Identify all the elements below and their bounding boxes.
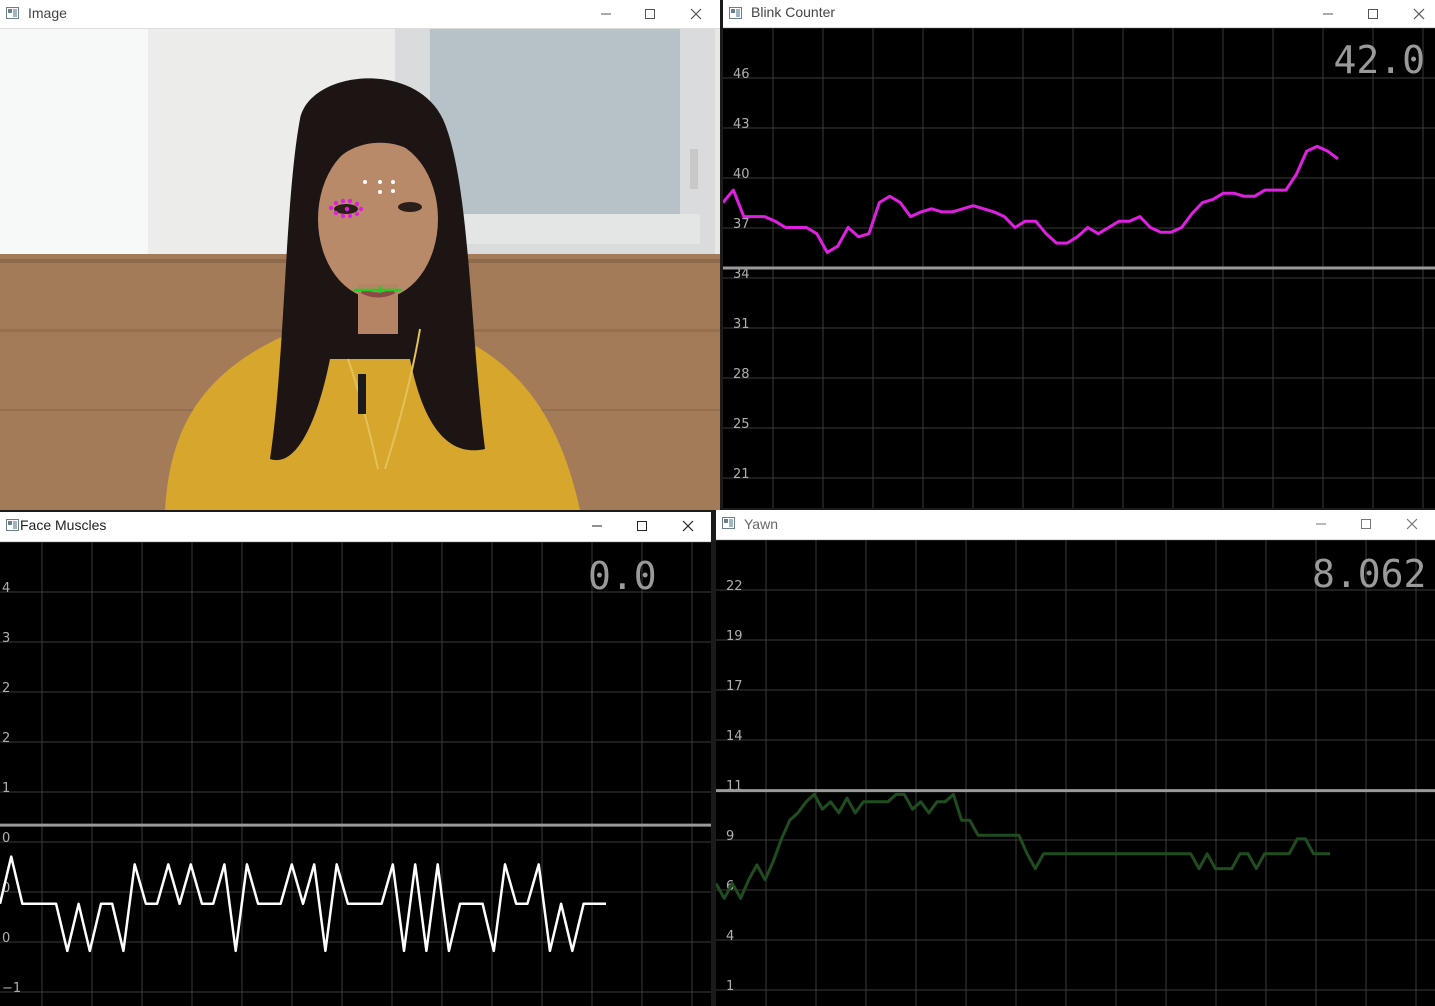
y-tick-label: 4: [726, 929, 734, 944]
minimize-button[interactable]: [1299, 510, 1343, 538]
window-app-icon: [6, 7, 19, 19]
close-button[interactable]: [666, 512, 710, 540]
face-window-titlebar[interactable]: Face Muscles: [0, 512, 711, 542]
minimize-button[interactable]: [1306, 0, 1350, 28]
maximize-icon: [1368, 9, 1378, 19]
y-tick-label: 28: [733, 367, 750, 382]
maximize-button[interactable]: [1351, 0, 1395, 28]
image-window-titlebar[interactable]: Image: [0, 0, 720, 29]
y-tick-label: 22: [726, 579, 743, 594]
maximize-button[interactable]: [1344, 510, 1388, 538]
y-tick-label: 19: [726, 629, 743, 644]
yawn-current-value: 8.062: [1312, 552, 1427, 596]
maximize-icon: [637, 521, 647, 531]
close-button[interactable]: [1390, 510, 1434, 538]
y-tick-label: 9: [726, 829, 734, 844]
maximize-button[interactable]: [620, 512, 664, 540]
window-app-icon: [722, 517, 735, 529]
y-tick-label: 1: [2, 781, 10, 796]
y-tick-label: 2: [2, 681, 10, 696]
blink-plot-area: 46 43 40 37 34 31 28 25 21 42.0: [723, 28, 1435, 508]
y-tick-label: 17: [726, 679, 743, 694]
y-tick-label: 2: [2, 731, 10, 746]
maximize-icon: [1361, 519, 1371, 529]
maximize-button[interactable]: [628, 0, 672, 28]
yawn-window-title: Yawn: [744, 516, 778, 532]
y-tick-label: 3: [2, 631, 10, 646]
y-tick-label: 4: [2, 581, 10, 596]
webcam-frame: [0, 29, 720, 510]
blink-current-value: 42.0: [1333, 38, 1425, 82]
yawn-window-titlebar[interactable]: Yawn: [716, 510, 1435, 540]
minimize-icon: [601, 13, 611, 15]
y-tick-label: 14: [726, 729, 743, 744]
face-muscles-chart: 43221000−1: [0, 542, 711, 1006]
blink-window-titlebar[interactable]: Blink Counter: [723, 0, 1435, 28]
series-line: [0, 855, 606, 953]
series-line: [723, 144, 1339, 254]
y-tick-label: 40: [733, 167, 750, 182]
minimize-icon: [1316, 523, 1326, 525]
window-app-icon: [6, 519, 19, 531]
face-plot-area: 4 3 2 2 1 0 0 0 −1 0.0: [0, 542, 711, 1006]
y-tick-label: 37: [733, 217, 750, 232]
y-tick-label: 0: [2, 931, 10, 946]
y-tick-label: 0: [2, 831, 10, 846]
close-icon: [1413, 8, 1425, 20]
yawn-window[interactable]: Yawn 22 19 17 14 11 9 6 4 1 8.062: [716, 510, 1435, 1006]
window-app-icon: [729, 7, 742, 19]
y-tick-label: 46: [733, 67, 750, 82]
y-tick-label: 31: [733, 317, 750, 332]
close-button[interactable]: [674, 0, 718, 28]
y-tick-label: −1: [2, 981, 21, 996]
blink-chart: 464340373431282521: [723, 28, 1435, 508]
close-icon: [690, 8, 702, 20]
minimize-button[interactable]: [584, 0, 628, 28]
blink-counter-window[interactable]: Blink Counter 46 43 40 37 34 31 28 25 21 42.0: [723, 0, 1435, 508]
face-window-title: Face Muscles: [20, 517, 107, 533]
y-tick-label: 1: [726, 979, 734, 994]
close-icon: [682, 520, 694, 532]
y-tick-label: 43: [733, 117, 750, 132]
y-tick-label: 25: [733, 417, 750, 432]
close-button[interactable]: [1397, 0, 1435, 28]
yawn-plot-area: 22 19 17 14 11 9 6 4 1 8.062: [716, 540, 1435, 1006]
y-tick-label: 21: [733, 467, 750, 482]
blink-window-title: Blink Counter: [751, 4, 836, 20]
yawn-chart: 22191714119641: [716, 540, 1435, 1006]
minimize-icon: [1323, 13, 1333, 15]
image-window-title: Image: [28, 5, 67, 21]
minimize-icon: [592, 525, 602, 527]
image-window[interactable]: Image: [0, 0, 720, 510]
face-current-value: 0.0: [588, 554, 657, 598]
series-line: [716, 792, 1330, 900]
webcam-image: [0, 29, 720, 510]
minimize-button[interactable]: [575, 512, 619, 540]
close-icon: [1406, 518, 1418, 530]
maximize-icon: [645, 9, 655, 19]
face-muscles-window[interactable]: Face Muscles 4 3 2 2 1 0 0 0 −1 0.0: [0, 512, 711, 1006]
